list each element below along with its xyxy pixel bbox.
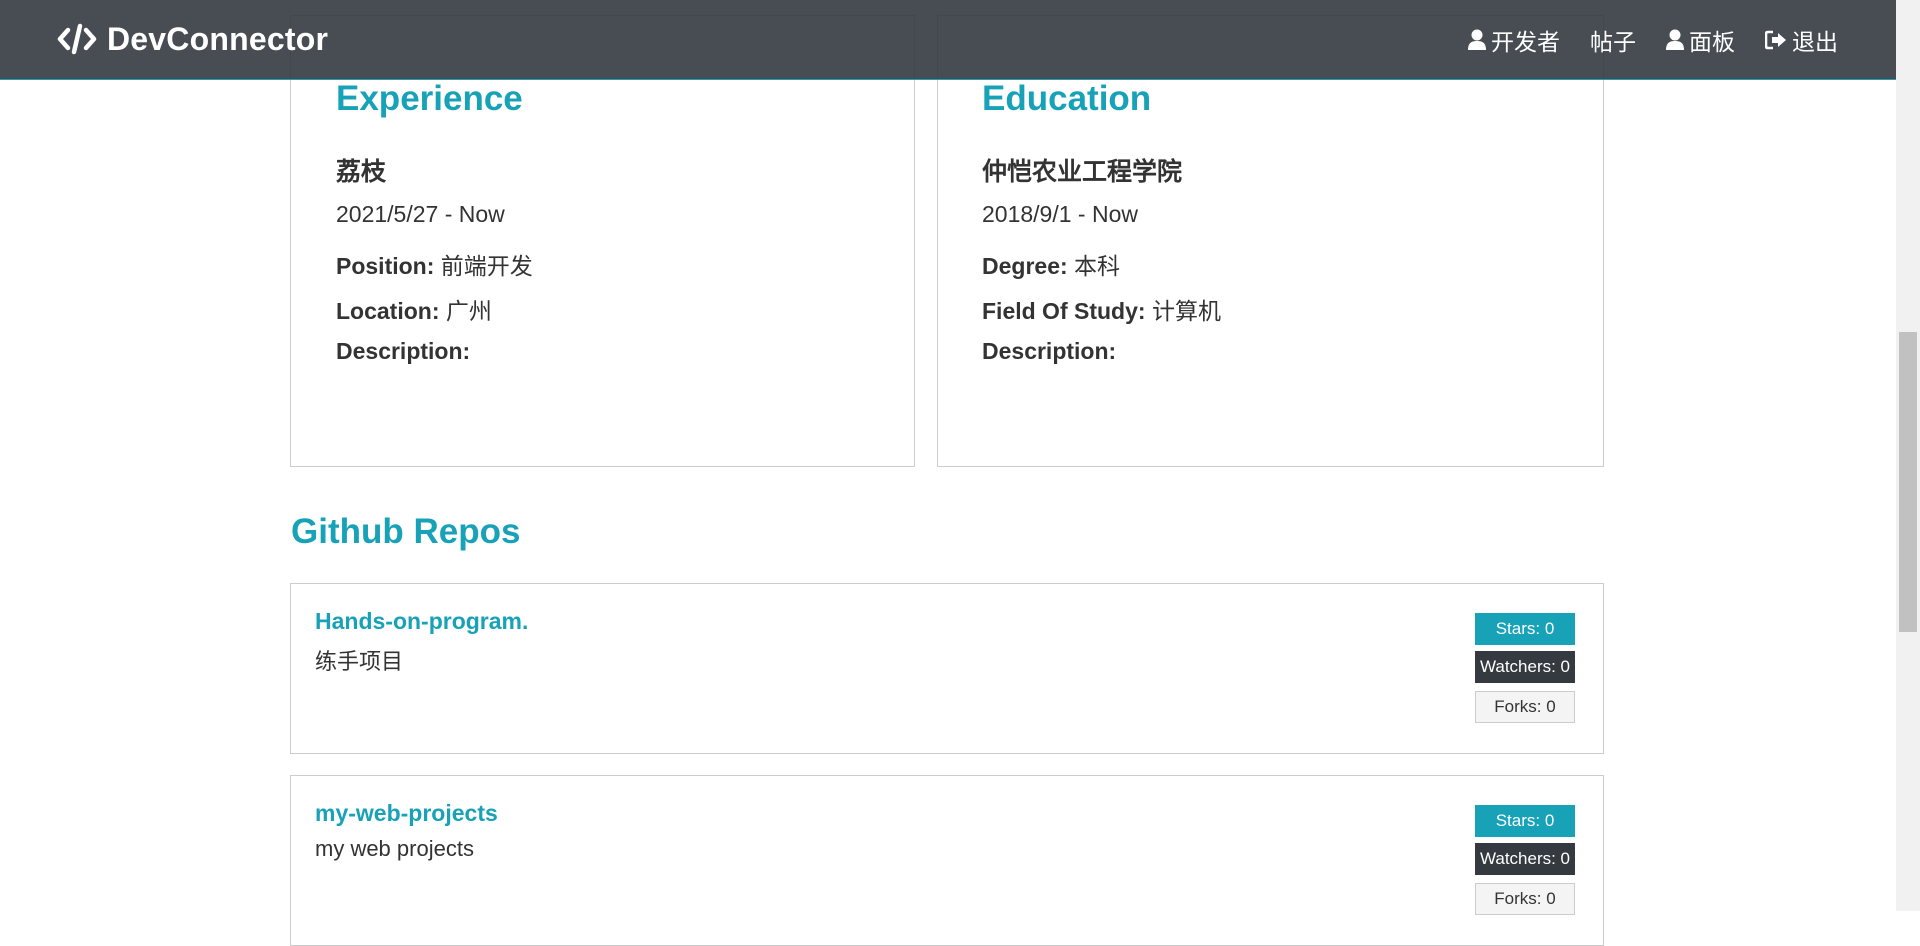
- nav-link-posts[interactable]: 帖子: [1590, 23, 1636, 57]
- position-label: Position:: [336, 253, 435, 279]
- experience-position: Position: 前端开发: [336, 247, 533, 281]
- nav-link-developers[interactable]: 开发者: [1468, 23, 1560, 57]
- field-value: 计算机: [1151, 298, 1221, 324]
- repo-card: my-web-projects my web projects Stars: 0…: [290, 775, 1604, 946]
- position-value: 前端开发: [440, 253, 533, 279]
- page-scrollbar[interactable]: [1896, 0, 1920, 911]
- experience-location: Location: 广州: [336, 292, 492, 326]
- watchers-badge: Watchers: 0: [1475, 843, 1575, 875]
- description-label: Description:: [982, 338, 1117, 364]
- location-label: Location:: [336, 298, 440, 324]
- nav-link-label: 帖子: [1590, 29, 1636, 55]
- education-title: Education: [982, 79, 1152, 118]
- stars-badge: Stars: 0: [1475, 805, 1575, 837]
- field-label: Field Of Study:: [982, 298, 1146, 324]
- education-dates: 2018/9/1 - Now: [982, 201, 1138, 227]
- experience-company: 荔枝: [336, 158, 387, 186]
- education-degree: Degree: 本科: [982, 247, 1120, 281]
- nav-link-label: 面板: [1689, 29, 1735, 55]
- navbar: DevConnector 开发者 帖子 面板 退出: [0, 0, 1896, 80]
- nav-link-label: 退出: [1792, 29, 1838, 55]
- forks-badge: Forks: 0: [1475, 691, 1575, 723]
- nav-links: 开发者 帖子 面板 退出: [1438, 22, 1838, 58]
- education-school: 仲恺农业工程学院: [982, 158, 1183, 186]
- repo-card: Hands-on-program. 练手项目 Stars: 0 Watchers…: [290, 583, 1604, 754]
- nav-link-dashboard[interactable]: 面板: [1666, 23, 1735, 57]
- experience-dates: 2021/5/27 - Now: [336, 201, 505, 227]
- education-field: Field Of Study: 计算机: [982, 292, 1221, 326]
- user-icon: [1666, 29, 1689, 51]
- nav-link-label: 开发者: [1491, 29, 1560, 55]
- github-repos-title: Github Repos: [291, 512, 521, 551]
- watchers-badge: Watchers: 0: [1475, 651, 1575, 683]
- nav-link-logout[interactable]: 退出: [1765, 23, 1838, 57]
- experience-title: Experience: [336, 79, 523, 118]
- degree-label: Degree:: [982, 253, 1068, 279]
- repo-description: 练手项目: [315, 649, 404, 674]
- forks-badge: Forks: 0: [1475, 883, 1575, 915]
- repo-name-link[interactable]: my-web-projects: [315, 800, 498, 827]
- user-icon: [1468, 29, 1491, 51]
- education-description: Description:: [982, 338, 1116, 365]
- experience-card: Experience 荔枝 2021/5/27 - Now Position: …: [290, 15, 915, 467]
- stars-badge: Stars: 0: [1475, 613, 1575, 645]
- brand-link[interactable]: DevConnector: [57, 18, 328, 60]
- education-card: Education 仲恺农业工程学院 2018/9/1 - Now Degree…: [937, 15, 1604, 467]
- location-value: 广州: [445, 298, 492, 324]
- scrollbar-thumb[interactable]: [1899, 332, 1917, 632]
- brand-title: DevConnector: [107, 20, 329, 57]
- repo-description: my web projects: [315, 836, 474, 861]
- repo-name-link[interactable]: Hands-on-program.: [315, 608, 528, 635]
- degree-value: 本科: [1074, 253, 1121, 279]
- sign-out-icon: [1765, 30, 1792, 50]
- description-label: Description:: [336, 338, 471, 364]
- code-icon: [57, 23, 97, 55]
- experience-description: Description:: [336, 338, 470, 365]
